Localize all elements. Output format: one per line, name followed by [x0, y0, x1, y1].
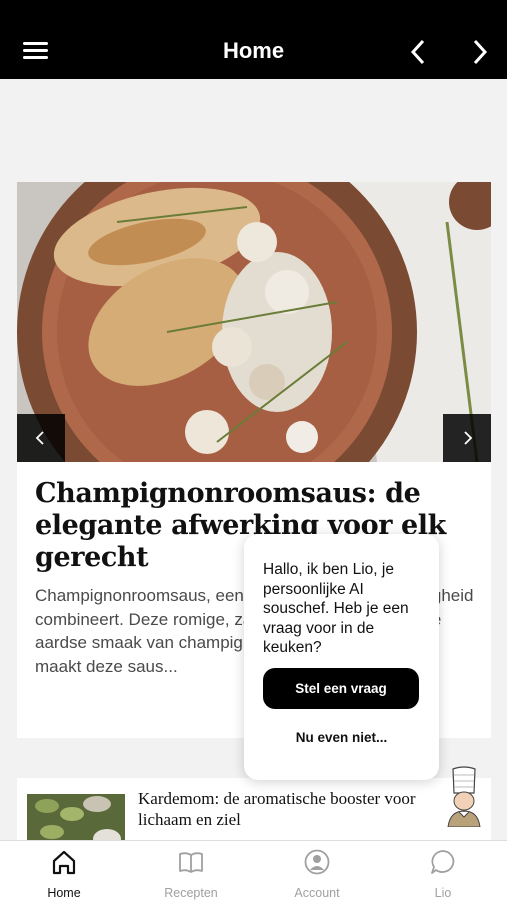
tab-home[interactable]: Home [14, 841, 114, 900]
article-list-item[interactable]: Kardemom: de aromatische booster voor li… [17, 778, 491, 848]
popup-message: Hallo, ik ben Lio, je persoonlijke AI so… [263, 561, 409, 656]
dismiss-link[interactable]: Nu even niet... [244, 730, 439, 745]
user-icon [304, 849, 330, 875]
chef-avatar-icon[interactable] [442, 765, 486, 828]
chevron-left-icon [35, 431, 44, 445]
book-icon [179, 852, 203, 873]
home-icon [52, 850, 76, 875]
hero-image [17, 182, 491, 462]
chat-icon [431, 850, 455, 874]
article-title: Kardemom: de aromatische booster voor li… [138, 789, 416, 829]
tab-lio[interactable]: Lio [393, 841, 493, 900]
lio-assistant-popup: Hallo, ik ben Lio, je persoonlijke AI so… [244, 534, 439, 780]
bottom-tab-bar: Home Recepten Account Lio [0, 840, 507, 900]
carousel-next-button[interactable] [443, 414, 491, 462]
chevron-right-icon [464, 431, 473, 445]
tab-label: Home [47, 886, 81, 900]
tab-label: Account [294, 886, 340, 900]
tab-recepten[interactable]: Recepten [141, 841, 241, 900]
ask-question-button[interactable]: Stel een vraag [263, 668, 419, 709]
chevron-right-icon[interactable] [466, 38, 496, 68]
tab-account[interactable]: Account [267, 841, 367, 900]
chevron-left-icon[interactable] [404, 38, 434, 68]
tab-label: Recepten [164, 886, 218, 900]
app-header: Home [0, 0, 507, 79]
carousel-prev-button[interactable] [17, 414, 65, 462]
tab-label: Lio [434, 886, 452, 900]
